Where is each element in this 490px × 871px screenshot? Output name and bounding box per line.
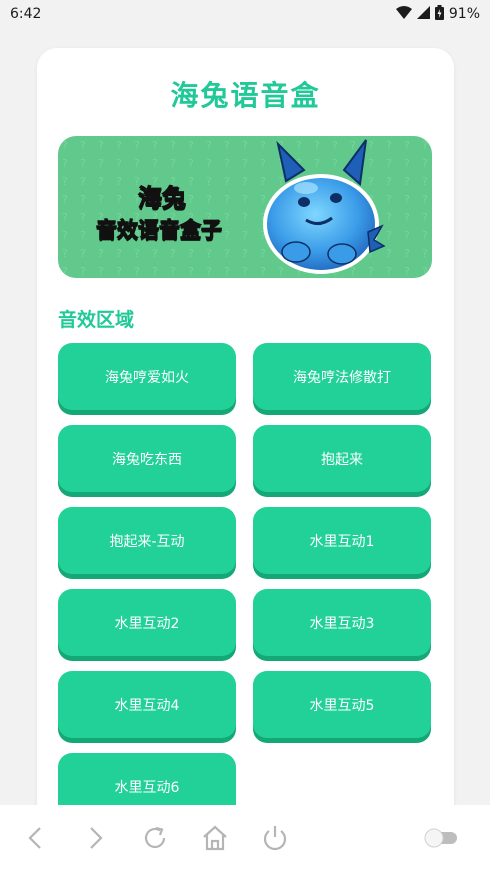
- home-icon[interactable]: [200, 823, 230, 853]
- status-bar: 6:42 91%: [0, 0, 490, 28]
- power-icon[interactable]: [260, 823, 290, 853]
- main-card: 海兔语音盒 ? 海兔 音效语音盒子: [37, 48, 454, 828]
- battery-icon: [434, 4, 444, 24]
- section-title: 音效区域: [58, 309, 135, 331]
- sound-button[interactable]: 海兔哼爱如火: [58, 343, 236, 410]
- forward-icon[interactable]: [80, 823, 110, 853]
- sound-button[interactable]: 水里互动1: [253, 507, 431, 574]
- status-time: 6:42: [10, 6, 42, 22]
- sound-button[interactable]: 海兔吃东西: [58, 425, 236, 492]
- battery-percent: 91%: [448, 6, 480, 22]
- page-title: 海兔语音盒: [170, 79, 321, 112]
- refresh-icon[interactable]: [140, 823, 170, 853]
- sea-rabbit-mascot-icon: [263, 139, 386, 274]
- status-icons: 91%: [395, 4, 480, 24]
- back-icon[interactable]: [21, 823, 51, 853]
- sound-button[interactable]: 抱起来: [253, 425, 431, 492]
- bottom-nav-bar: [0, 805, 490, 871]
- sound-button[interactable]: 抱起来-互动: [58, 507, 236, 574]
- sound-button[interactable]: 水里互动4: [58, 671, 236, 738]
- banner-title: 海兔: [138, 184, 187, 213]
- toggle-switch[interactable]: [423, 826, 459, 850]
- sound-button[interactable]: 水里互动5: [253, 671, 431, 738]
- wifi-icon: [395, 5, 412, 23]
- sound-button[interactable]: 水里互动3: [253, 589, 431, 656]
- sound-button[interactable]: 水里互动2: [58, 589, 236, 656]
- sound-button-grid: 海兔哼爱如火 海兔哼法修散打 海兔吃东西 抱起来 抱起来-互动 水里互动1 水里…: [58, 343, 432, 820]
- banner-subtitle: 音效语音盒子: [96, 218, 223, 243]
- sound-button[interactable]: 海兔哼法修散打: [253, 343, 431, 410]
- banner: ? 海兔 音效语音盒子: [58, 136, 432, 278]
- signal-icon: [416, 5, 430, 23]
